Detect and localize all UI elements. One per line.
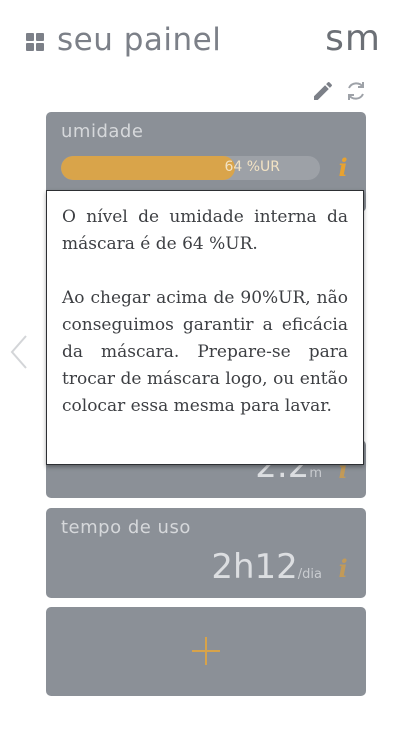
info-icon[interactable]: i [336,155,350,181]
app-title: seu painel [57,22,222,58]
info-icon[interactable]: i [336,556,350,582]
usage-value: 2h12 [211,547,298,587]
second-unit: m [309,466,322,481]
refresh-icon[interactable] [344,79,368,103]
humidity-info-tooltip: O nível de umidade interna da máscara é … [46,190,364,465]
humidity-progress-bar: 64 %UR [61,156,320,180]
user-initials[interactable]: sm [325,18,381,59]
usage-unit: /dia [297,567,322,582]
usage-label: tempo de uso [61,517,191,538]
tooltip-paragraph: Ao chegar acima de 90%UR, não conseguimo… [62,288,348,416]
humidity-progress-fill [61,156,235,180]
add-card-button[interactable] [46,607,366,696]
header: seu painel sm [0,0,411,100]
humidity-progress-text: 64 %UR [224,159,280,175]
plus-icon [192,637,220,665]
usage-card[interactable]: tempo de uso 2h12/dia i [46,508,366,598]
tooltip-paragraph: O nível de umidade interna da máscara é … [62,207,348,254]
edit-icon[interactable] [311,79,335,103]
usage-value-wrap: 2h12/dia [211,547,322,587]
humidity-label: umidade [61,121,144,142]
dashboard-icon [26,33,46,53]
chevron-left-icon[interactable] [8,333,30,371]
